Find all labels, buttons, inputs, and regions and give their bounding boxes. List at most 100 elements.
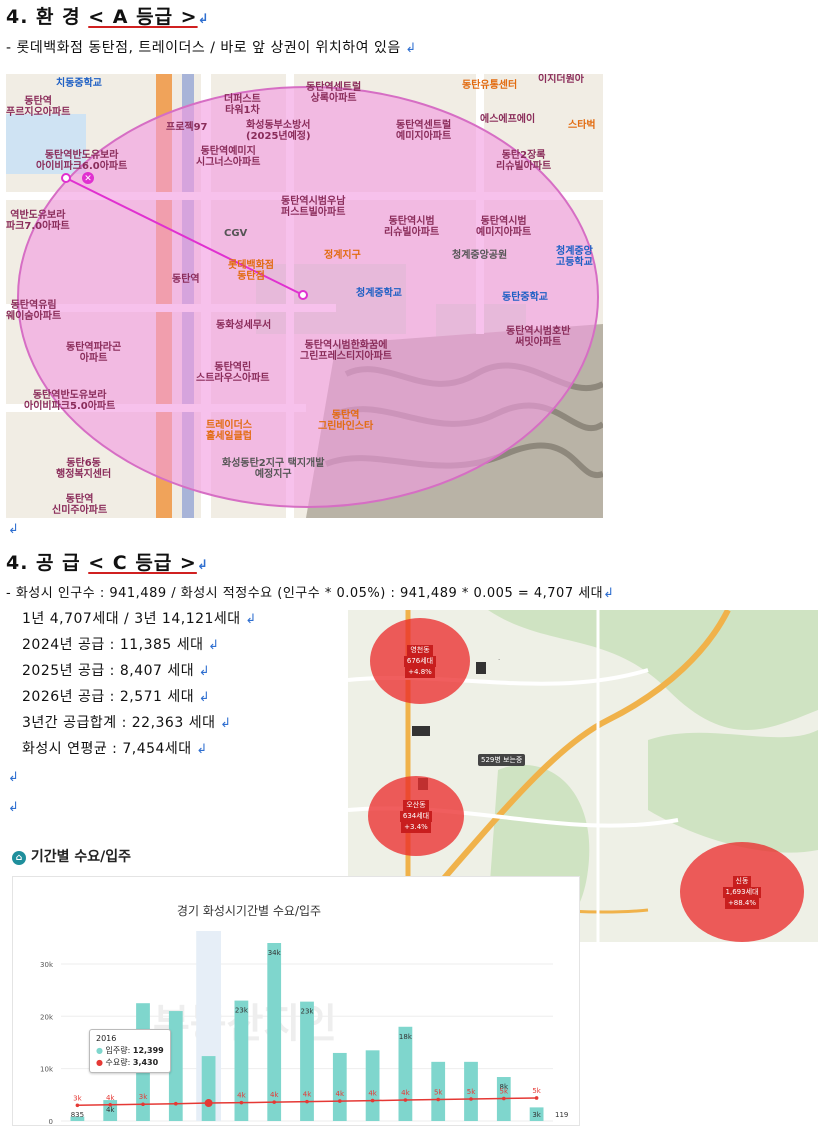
paragraph-return-icon: ↲ [400, 41, 417, 56]
tooltip-supply-label: 입주량 [105, 1046, 128, 1055]
demand-point [436, 1097, 441, 1102]
paragraph-return-icon: ↲ [215, 716, 232, 731]
demand-value-label: 4k [401, 1089, 410, 1097]
section-supply-heading: 4. 공 급 < C 등급 >↲ [6, 548, 209, 575]
map-label: 동탄역 신미주아파트 [52, 494, 108, 516]
map-label: 더퍼스트 타워1차 [224, 94, 261, 116]
map-label: 롯데백화점 동탄점 [228, 260, 274, 282]
grade-label: < A 등급 > [88, 6, 198, 28]
map-label: 동탄역 푸르지오아파트 [6, 96, 71, 118]
map-label: 동화성세무서 [216, 320, 272, 331]
map-label: 동탄유통센터 [462, 80, 518, 91]
hotspot-name: 영천동 [407, 644, 433, 656]
demand-value-label: 5k [467, 1088, 476, 1096]
map-label: 화성동탄2지구 택지개발 예정지구 [222, 458, 325, 480]
map-label: 청계중앙공원 [452, 250, 508, 261]
building-marker-icon [418, 778, 428, 790]
map-label: 프로젝97 [166, 122, 208, 133]
demand-point [75, 1103, 80, 1108]
panel-title-text: 기간별 수요/입주 [30, 849, 132, 865]
description-text: - 롯데백화점 동탄점, 트레이더스 / 바로 앞 상권이 위치하여 있음 [6, 40, 401, 56]
viewer-count-badge: 529병 보는중 [478, 754, 526, 766]
supply-text: 2025년 공급 : 8,407 세대 [22, 663, 195, 679]
demand-value-label: 4k [106, 1094, 115, 1102]
demand-supply-chart: 경기 화성시기간별 수요/입주 부동산지인 010k20k30k 8354k23… [12, 876, 580, 1126]
map-label: 트레이더스 홀세일클럽 [206, 420, 252, 442]
building-marker-icon [476, 662, 486, 674]
map-label: 화성동부소방서 (2025년예정) [246, 120, 311, 142]
demand-value-label: 5k [434, 1089, 443, 1097]
hotspot-marker[interactable]: 오산동 634세대 +3.4% [368, 776, 464, 856]
map-label: 청계중학교 [356, 288, 402, 299]
hotspot-name: 신동 [732, 875, 752, 887]
tooltip-demand: ● 수요량: 3,430 [96, 1058, 159, 1067]
paragraph-return-icon: ↲ [8, 770, 19, 785]
tooltip-demand-value: 3,430 [132, 1058, 159, 1067]
map-label: 동탄역시범호반 써밋아파트 [506, 326, 571, 348]
map-label: 치동중학교 [56, 78, 102, 89]
supply-line: 2024년 공급 : 11,385 세대 ↲ [22, 634, 220, 654]
bar [398, 1026, 413, 1121]
map-label: 동탄역예미지 시그너스아파트 [196, 146, 261, 168]
supply-text: 2024년 공급 : 11,385 세대 [22, 637, 204, 653]
bar [201, 1056, 216, 1121]
svg-text:✕: ✕ [84, 174, 92, 184]
tooltip-demand-label: 수요량 [105, 1058, 128, 1067]
paragraph-return-icon: ↲ [196, 558, 209, 573]
demand-value-label: 4k [237, 1092, 246, 1100]
chart-title: 경기 화성시기간별 수요/입주 [177, 904, 321, 918]
demand-value-label: 4k [270, 1091, 279, 1099]
supply-text: 1년 4,707세대 / 3년 14,121세대 [22, 611, 241, 627]
heading-text: 4. 환 경 [6, 6, 89, 28]
home-icon: ⌂ [12, 851, 26, 865]
chart-svg: 경기 화성시기간별 수요/입주 부동산지인 010k20k30k 8354k23… [40, 904, 568, 1125]
demand-value-label: 4k [303, 1091, 312, 1099]
hotspot-pct: +88.4% [724, 897, 760, 909]
environment-description: - 롯데백화점 동탄점, 트레이더스 / 바로 앞 상권이 위치하여 있음 ↲ [6, 37, 417, 57]
supply-line: - 화성시 인구수 : 941,489 / 화성시 적정수요 (인구수 * 0.… [6, 582, 615, 601]
tooltip-year: 2016 [96, 1034, 117, 1043]
bar-value-label: 18k [399, 1033, 413, 1041]
paragraph-return-icon: ↲ [194, 664, 211, 679]
map-label: 동탄역센트럴 예미지아파트 [396, 120, 452, 142]
building-marker-icon [412, 726, 430, 736]
map-label: 동탄역시범 예미지아파트 [476, 216, 532, 238]
bar-value-label: 34k [268, 949, 282, 957]
grade-label: < C 등급 > [88, 552, 197, 574]
demand-value-label: 4k [368, 1090, 377, 1098]
map-label: 동탄역시범우남 퍼스트빌아파트 [281, 196, 346, 218]
supply-text: 2026년 공급 : 2,571 세대 [22, 689, 195, 705]
demand-value-label: 3k [73, 1094, 82, 1102]
demand-value-label: 4k [336, 1090, 345, 1098]
bar-value-label: 23k [235, 1007, 249, 1015]
demand-point [141, 1102, 145, 1107]
map-label: 동탄역시범한화꿈에 그린프레스티지아파트 [300, 340, 392, 362]
hotspot-marker[interactable]: 신동 1,693세대 +88.4% [680, 842, 804, 942]
map-label: 스타벅 [568, 120, 596, 131]
demand-value-label: 5k [500, 1087, 509, 1095]
demand-point [305, 1099, 309, 1104]
paragraph-return-icon: ↲ [191, 742, 208, 757]
hotspot-units: 1,693세대 [722, 886, 762, 898]
bar [365, 1050, 380, 1121]
map-label: 동탄역반도유보라 아이비파크5.0아파트 [24, 390, 116, 412]
demand-point [338, 1099, 342, 1103]
bar [332, 1052, 347, 1121]
supply-line: 2026년 공급 : 2,571 세대 ↲ [22, 686, 210, 706]
demand-point [174, 1101, 178, 1106]
map-label: 청계중앙 고등학교 [556, 246, 593, 268]
hotspot-pct: +3.4% [401, 821, 431, 833]
hotspot-units: 676세대 [403, 655, 437, 667]
bar-value-label: 4k [106, 1106, 115, 1114]
paragraph-return-icon: ↲ [8, 522, 19, 537]
paragraph-return-icon: ↲ [194, 690, 211, 705]
paragraph-return-icon: ↲ [8, 800, 19, 815]
hotspot-marker[interactable]: 영천동 676세대 +4.8% [370, 618, 470, 704]
location-map: ✕ 치동중학교 동탄역 푸르지오아파트 더퍼스트 타워1차 동탄역센트럴 상록아… [6, 74, 603, 518]
y-tick-label: 20k [40, 1013, 54, 1021]
hotspot-pct: +4.8% [405, 666, 435, 678]
supply-line: 2025년 공급 : 8,407 세대 ↲ [22, 660, 210, 680]
demand-point [272, 1100, 277, 1104]
supply-text: 화성시 연평균 : 7,454세대 [22, 741, 192, 757]
demand-point [469, 1097, 473, 1101]
